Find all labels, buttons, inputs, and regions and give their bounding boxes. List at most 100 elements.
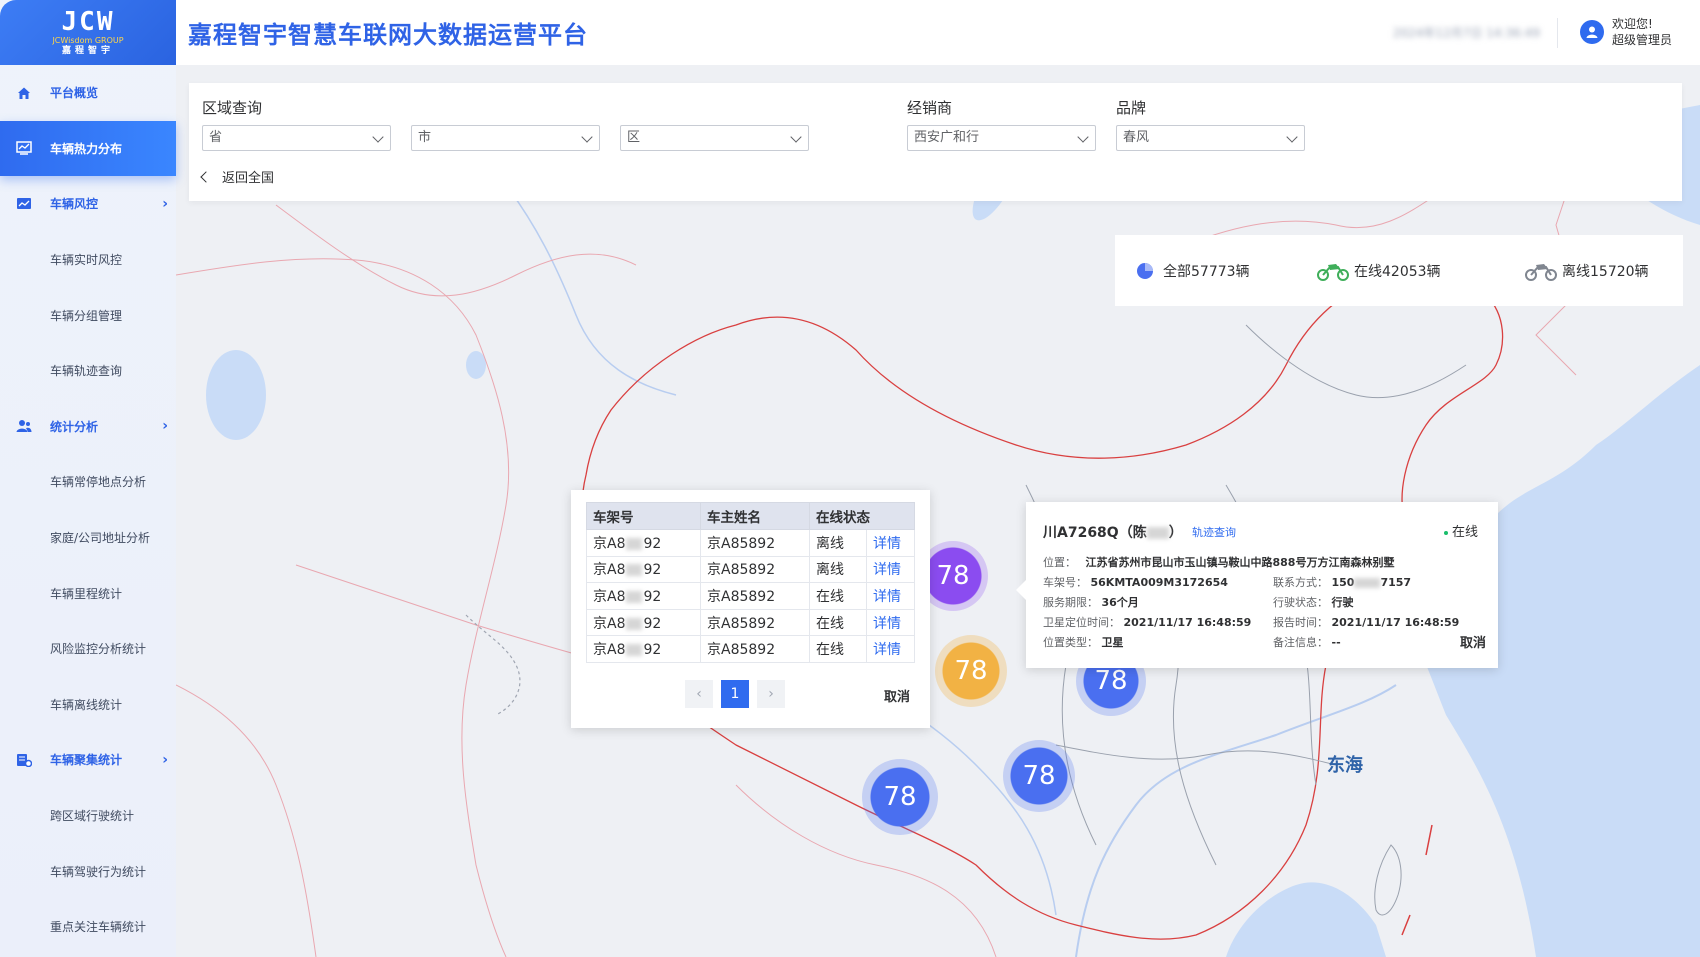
chevron-down-icon: [790, 131, 802, 143]
table-row: 京A8 92 京A85892 在线 详情: [586, 635, 915, 663]
status-text: 在线: [1451, 525, 1478, 540]
sidebar-item-key-vehicles[interactable]: 重点关注车辆统计: [0, 899, 176, 955]
stat-online: 在线42053辆: [1316, 261, 1441, 281]
welcome-text: 欢迎您!: [1611, 17, 1653, 31]
cancel-button[interactable]: 取消: [1460, 632, 1486, 651]
status-cell: 在线: [809, 635, 867, 663]
brand-select[interactable]: 春风: [1116, 125, 1305, 151]
status-badge: 在线: [1443, 521, 1478, 540]
sidebar-item-cross-region[interactable]: 跨区域行驶统计: [0, 788, 176, 844]
sidebar-item-label: 车辆聚集统计: [50, 753, 123, 768]
vehicle-plate: 川A7268Q（陈 ）: [1043, 522, 1183, 542]
masked-text: [626, 644, 643, 657]
sidebar-item-mileage[interactable]: 车辆里程统计: [0, 565, 176, 621]
home-icon: [16, 85, 32, 101]
pie-chart-icon: [1137, 263, 1153, 279]
sidebar-item-risk-control[interactable]: 车辆风控 ›: [0, 176, 176, 232]
detail-link[interactable]: 详情: [873, 562, 901, 578]
owner-cell: 京A85892: [700, 582, 810, 610]
heatmap-icon: [16, 140, 32, 156]
chevron-down-icon: [372, 131, 384, 143]
drive-value: 行驶: [1331, 596, 1354, 609]
sidebar-item-group-management[interactable]: 车辆分组管理: [0, 287, 176, 343]
location-key: 位置：: [1043, 556, 1076, 569]
cluster-count: 78: [954, 656, 988, 686]
page-title: 嘉程智宇智慧车联网大数据运营平台: [188, 21, 588, 49]
cluster-count: 78: [883, 782, 917, 812]
select-placeholder: 省: [209, 130, 223, 145]
plate-text-end: ）: [1168, 525, 1183, 541]
sidebar-item-home-company-address[interactable]: 家庭/公司地址分析: [0, 510, 176, 566]
sidebar-item-label: 重点关注车辆统计: [50, 920, 147, 935]
sidebar-item-label: 车辆常停地点分析: [50, 475, 147, 490]
status-cell: 离线: [809, 555, 867, 584]
sea-label: 东海: [1327, 755, 1363, 776]
vin-row: 车架号： 56KMTA009M3172654: [1043, 574, 1228, 590]
dealer-select[interactable]: 西安广和行: [907, 125, 1096, 151]
province-select[interactable]: 省: [202, 125, 391, 151]
note-row: 备注信息： --: [1273, 634, 1341, 650]
sidebar-item-statistics[interactable]: 统计分析 ›: [0, 399, 176, 455]
cancel-button[interactable]: 取消: [884, 686, 910, 705]
sidebar-item-driving-behavior[interactable]: 车辆驾驶行为统计: [0, 843, 176, 899]
sidebar-item-stop-location[interactable]: 车辆常停地点分析: [0, 454, 176, 510]
sidebar-item-label: 平台概览: [50, 86, 99, 101]
vin-key: 车架号：: [1043, 576, 1087, 589]
sidebar-item-offline-stats[interactable]: 车辆离线统计: [0, 677, 176, 733]
sidebar-item-platform-overview[interactable]: 平台概览: [0, 65, 176, 121]
sidebar-item-aggregation[interactable]: 车辆聚集统计 ›: [0, 732, 176, 788]
chevron-right-icon: ›: [162, 195, 168, 212]
sidebar-item-label: 车辆离线统计: [50, 697, 123, 712]
motorcycle-offline-icon: [1525, 264, 1557, 281]
logo-chinese-name: 嘉程智宇: [61, 45, 114, 56]
back-to-national-link[interactable]: 返回全国: [200, 167, 275, 186]
city-select[interactable]: 市: [411, 125, 600, 151]
detail-link[interactable]: 详情: [873, 616, 901, 632]
sidebar-item-realtime-risk[interactable]: 车辆实时风控: [0, 232, 176, 288]
service-row: 服务期限： 36个月: [1043, 594, 1139, 610]
vehicle-cluster[interactable]: 78: [935, 635, 1007, 707]
gps-time-row: 卫星定位时间： 2021/11/17 16:48:59: [1043, 614, 1251, 630]
region-query-label: 区域查询: [202, 99, 263, 117]
detail-link[interactable]: 详情: [873, 642, 901, 658]
chevron-down-icon: [1286, 131, 1298, 143]
back-label: 返回全国: [222, 171, 275, 186]
sidebar-item-risk-monitor-stats[interactable]: 风险监控分析统计: [0, 621, 176, 677]
phone-row: 联系方式： 150 7157: [1273, 574, 1411, 590]
column-header: 在线状态: [809, 502, 915, 530]
track-query-link[interactable]: 轨迹查询: [1192, 524, 1236, 540]
user-menu[interactable]: 欢迎您! 超级管理员: [1579, 16, 1672, 48]
vin-value: 56KMTA009M3172654: [1090, 576, 1228, 589]
drive-key: 行驶状态：: [1273, 596, 1328, 609]
service-value: 36个月: [1101, 596, 1139, 609]
detail-link[interactable]: 详情: [873, 589, 901, 605]
stat-all: 全部57773辆: [1135, 261, 1250, 281]
avatar: [1579, 20, 1604, 44]
vehicle-cluster[interactable]: 78: [862, 759, 938, 835]
phone-prefix: 150: [1331, 576, 1355, 589]
cluster-count: 78: [1094, 666, 1128, 696]
motorcycle-online-icon: [1317, 264, 1349, 281]
logo-english-name: JCWisdom GROUP: [52, 35, 124, 45]
drive-state-row: 行驶状态： 行驶: [1273, 594, 1354, 610]
gps-time-value: 2021/11/17 16:48:59: [1123, 616, 1252, 629]
vehicle-cluster[interactable]: 78: [1003, 740, 1075, 812]
sidebar-item-label: 车辆风控: [50, 197, 99, 212]
sidebar-item-label: 统计分析: [50, 419, 99, 434]
sidebar-item-label: 车辆轨迹查询: [50, 364, 123, 379]
district-select[interactable]: 区: [620, 125, 809, 151]
plate-text: 川A7268Q（陈: [1043, 525, 1147, 541]
logo-mark: JCW: [61, 6, 115, 37]
select-value: 西安广和行: [914, 130, 980, 145]
cluster-icon: [16, 752, 32, 768]
next-page-button[interactable]: ›: [757, 680, 785, 708]
sidebar-item-track-query[interactable]: 车辆轨迹查询: [0, 343, 176, 399]
page-number-button[interactable]: 1: [721, 680, 749, 708]
gps-time-key: 卫星定位时间：: [1043, 616, 1120, 629]
detail-link[interactable]: 详情: [873, 536, 901, 552]
prev-page-button[interactable]: ‹: [685, 680, 713, 708]
vin-prefix: 京A8: [593, 615, 626, 632]
sidebar-item-heat-distribution[interactable]: 车辆热力分布: [0, 120, 176, 177]
owner-cell: 京A85892: [700, 635, 810, 663]
table-row: 京A8 92 京A85892 离线 详情: [586, 555, 915, 584]
